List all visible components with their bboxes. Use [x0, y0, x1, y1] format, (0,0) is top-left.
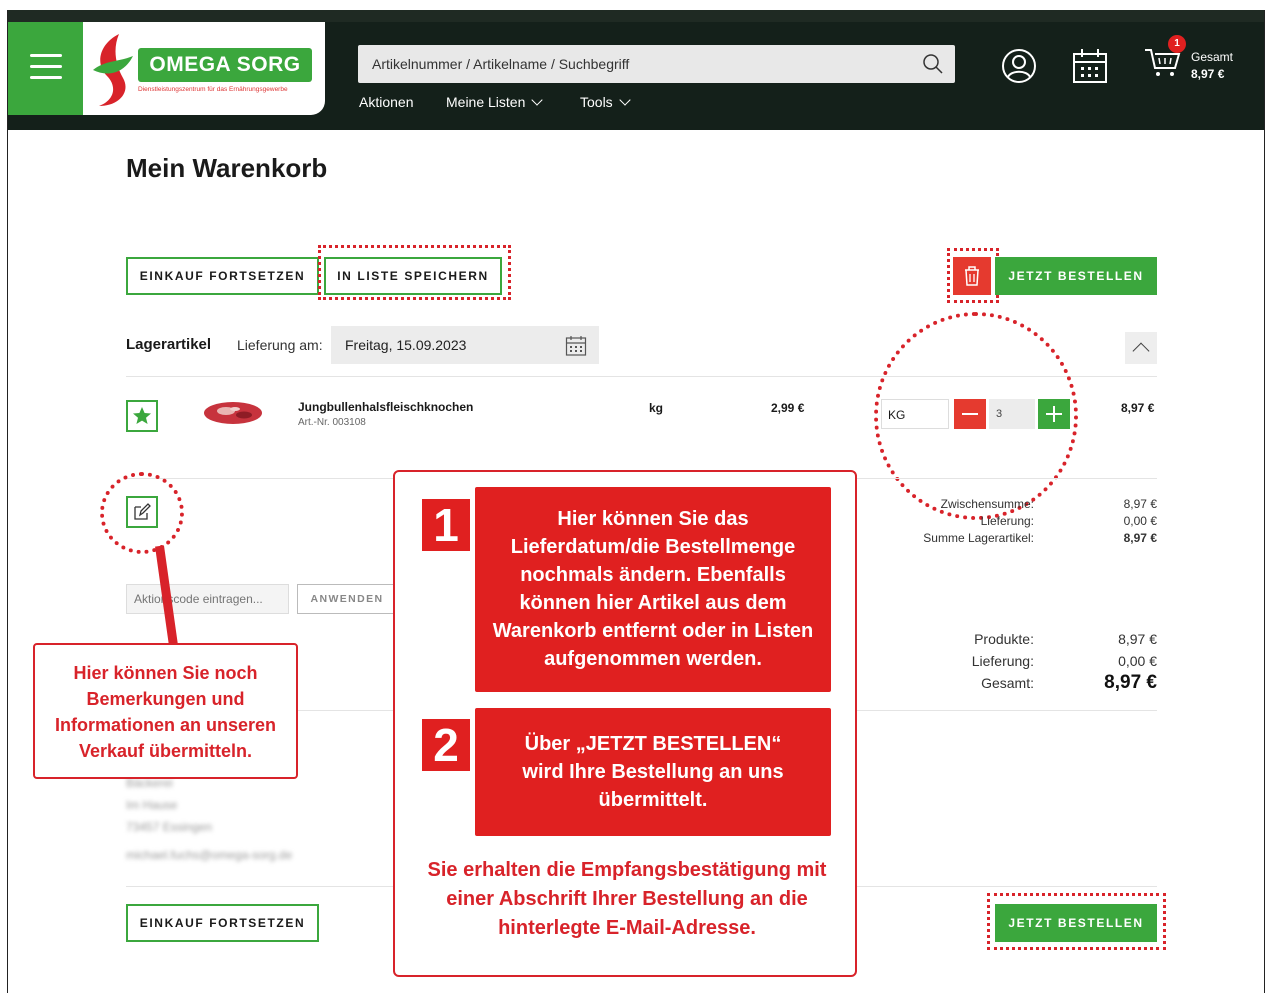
highlight-quantity [874, 312, 1078, 520]
address-email: michael.fuchs@omega-sorg.de [126, 848, 293, 862]
cart-count-badge: 1 [1168, 35, 1186, 53]
search-bar [358, 45, 955, 83]
calendar-icon[interactable] [1071, 48, 1109, 84]
highlight-delete [947, 248, 999, 303]
highlight-order-bottom [987, 893, 1166, 950]
account-icon[interactable] [1001, 48, 1037, 84]
menu-button[interactable] [8, 22, 83, 115]
product-line-total: 8,97 € [1121, 401, 1155, 415]
continue-shopping-button-bottom[interactable]: EINKAUF FORTSETZEN [126, 904, 319, 942]
product-unit: kg [649, 401, 664, 415]
product-thumbnail[interactable] [202, 396, 264, 428]
app-frame: OMEGA SORG Dienstleistungszentrum für da… [7, 10, 1265, 993]
nav-tools[interactable]: Tools [580, 94, 631, 110]
subtotal-value: 8,97 € [1123, 497, 1157, 511]
step-1-text: Hier können Sie das Lieferdatum/die Best… [475, 487, 831, 692]
callout-notes: Hier können Sie noch Bemerkungen und Inf… [33, 643, 298, 779]
address-line: 73457 Essingen [126, 820, 213, 834]
continue-shopping-button[interactable]: EINKAUF FORTSETZEN [126, 257, 319, 295]
product-article-number: Art.-Nr. 003108 [298, 417, 366, 428]
order-now-button-top[interactable]: JETZT BESTELLEN [995, 257, 1157, 295]
product-price: 2,99 € [771, 401, 805, 415]
total-delivery-label: Lieferung: [971, 653, 1034, 669]
nav-meine-listen-label: Meine Listen [446, 94, 526, 110]
chevron-up-icon [1132, 342, 1150, 360]
brand-wordmark: OMEGA SORG [138, 48, 312, 82]
nav-aktionen[interactable]: Aktionen [359, 94, 413, 110]
highlight-note [100, 472, 184, 554]
step-2-number: 2 [422, 719, 470, 771]
promo-code-input[interactable] [126, 584, 289, 614]
star-icon [133, 407, 151, 424]
header-total-value: 8,97 € [1191, 67, 1225, 81]
delivery-date-field[interactable]: Freitag, 15.09.2023 [331, 326, 599, 364]
grand-total-label: Gesamt: [981, 675, 1034, 691]
grand-total-value: 8,97 € [1104, 672, 1157, 693]
hamburger-icon [30, 54, 62, 57]
section-title: Lagerartikel [126, 336, 212, 353]
callout-instructions: 1 Hier können Sie das Lieferdatum/die Be… [393, 470, 857, 977]
nav-meine-listen[interactable]: Meine Listen [446, 94, 544, 110]
step-2-text: Über „JETZT BESTELLEN“ wird Ihre Bestell… [475, 708, 831, 836]
callout-footer-text: Sie erhalten die Empfangsbestätigung mit… [427, 859, 827, 939]
total-delivery-value: 0,00 € [1118, 653, 1157, 669]
favorite-button[interactable] [126, 400, 158, 432]
section-total-value: 8,97 € [1123, 531, 1157, 545]
address-line: Im Hause [126, 798, 178, 812]
highlight-save-list [318, 245, 511, 300]
step-1-number: 1 [422, 499, 470, 551]
search-input[interactable] [358, 45, 918, 83]
products-value: 8,97 € [1118, 631, 1157, 647]
delivery-fee-value: 0,00 € [1123, 514, 1157, 528]
apply-promo-button[interactable]: ANWENDEN [297, 584, 397, 614]
product-name[interactable]: Jungbullenhalsfleischknochen [298, 400, 473, 414]
page-title: Mein Warenkorb [126, 153, 328, 183]
logo-swirl-icon [93, 34, 133, 106]
chevron-down-icon [531, 94, 544, 106]
delivery-fee-label: Lieferung: [980, 514, 1034, 528]
brand-logo[interactable]: OMEGA SORG Dienstleistungszentrum für da… [83, 22, 325, 115]
nav-aktionen-label: Aktionen [359, 94, 414, 110]
calendar-icon [565, 336, 587, 356]
delivery-date-value: Freitag, 15.09.2023 [345, 337, 467, 353]
top-stripe [8, 10, 1264, 22]
subtotal-label: Zwischensumme: [940, 497, 1034, 511]
nav-tools-label: Tools [580, 94, 613, 110]
brand-tagline: Dienstleistungszentrum für das Ernährung… [138, 86, 288, 93]
section-total-label: Summe Lagerartikel: [923, 531, 1034, 545]
search-icon[interactable] [921, 52, 945, 76]
products-label: Produkte: [974, 631, 1034, 647]
chevron-down-icon [619, 94, 631, 106]
hamburger-icon-bar [30, 65, 62, 68]
hamburger-icon-bar [30, 76, 62, 79]
delivery-label: Lieferung am: [237, 337, 323, 353]
collapse-section-button[interactable] [1125, 332, 1157, 364]
header-total-label: Gesamt [1191, 50, 1234, 64]
